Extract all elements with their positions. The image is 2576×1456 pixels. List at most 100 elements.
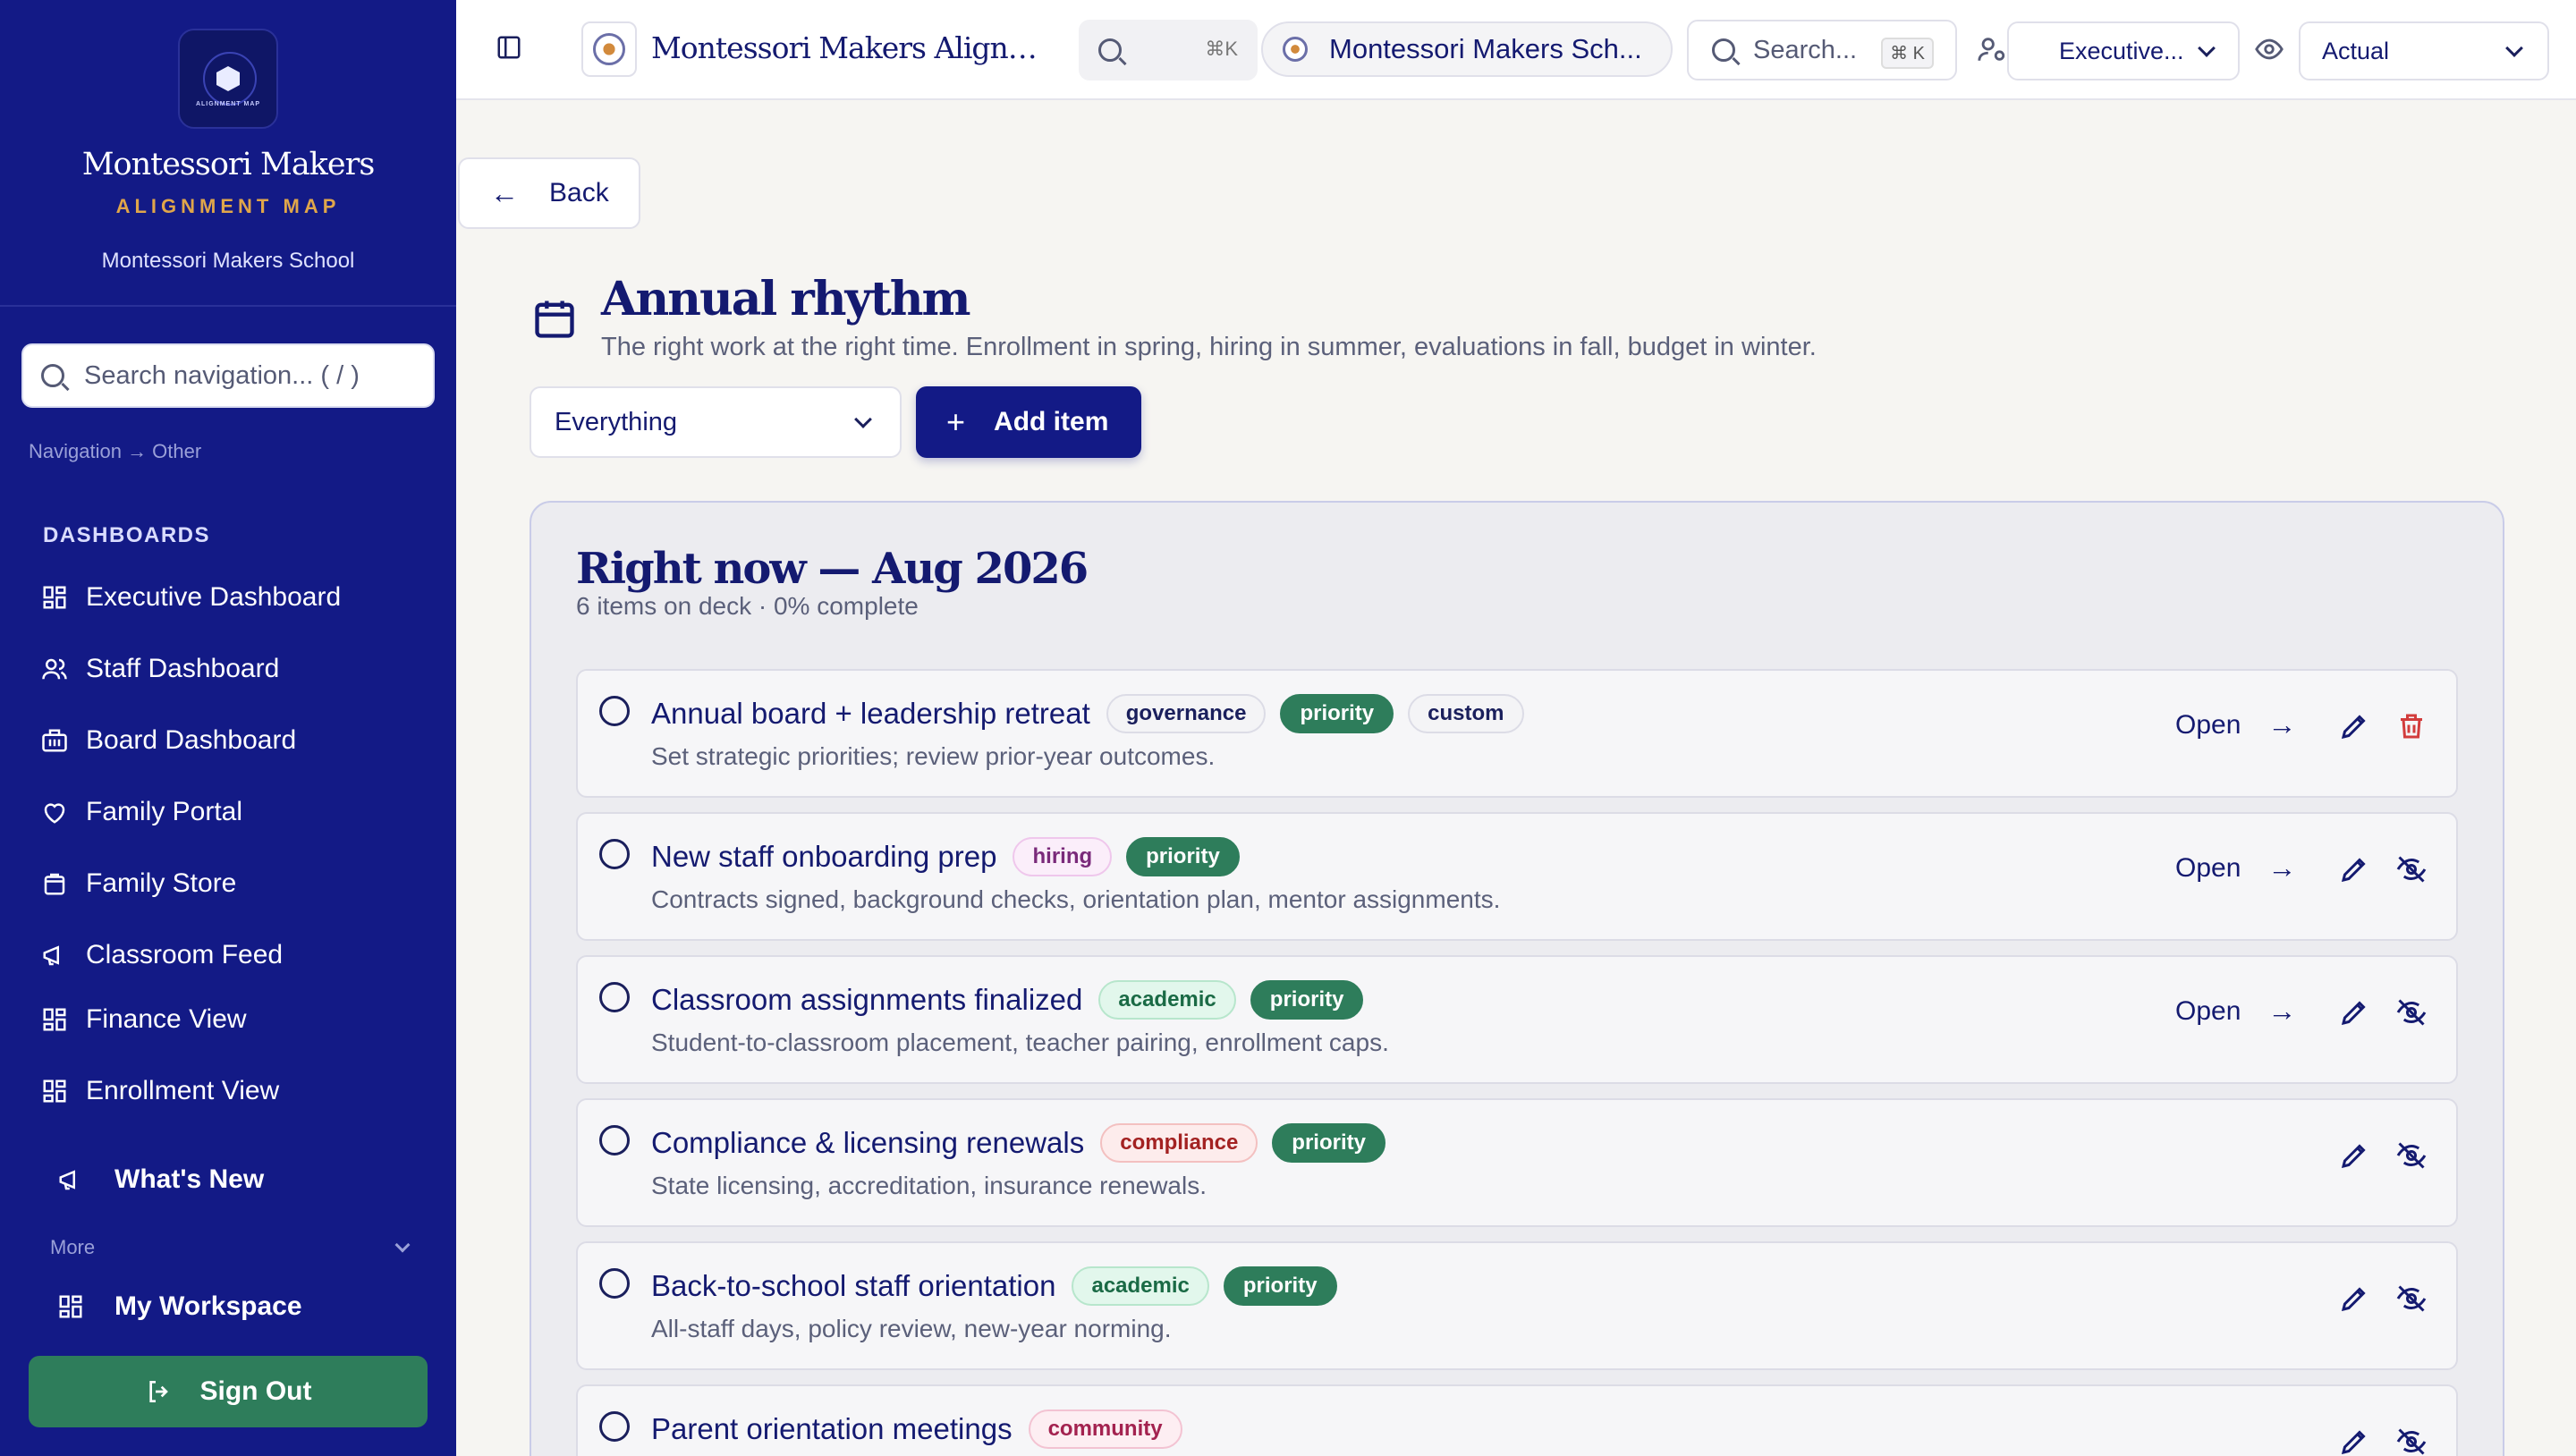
plus-icon: + [946, 403, 966, 440]
sidebar-item-label: Classroom Feed [86, 940, 284, 969]
tag-badge: priority [1280, 694, 1394, 733]
item-title: Compliance & licensing renewals [651, 1126, 1085, 1159]
complete-checkbox[interactable] [599, 1268, 630, 1299]
filter-value: Everything [555, 407, 678, 436]
sidebar-item-family-portal[interactable]: Family Portal [41, 792, 242, 832]
eye-off-icon[interactable] [2395, 853, 2428, 885]
eye-off-icon[interactable] [2395, 1282, 2428, 1315]
breadcrumb: Navigation → Other [29, 440, 202, 462]
school-name: Montessori Makers School [101, 249, 355, 273]
item-title-row: Classroom assignments finalized academic p… [651, 980, 1377, 1020]
trash-icon[interactable] [2395, 710, 2428, 742]
complete-checkbox[interactable] [599, 1125, 630, 1155]
item-description: Student-to-classroom placement, teacher … [651, 1029, 1389, 1056]
pencil-icon[interactable] [2338, 996, 2370, 1029]
eye-off-icon[interactable] [2395, 996, 2428, 1029]
rhythm-item-card[interactable]: New staff onboarding prep hiring priority C… [576, 812, 2458, 941]
sidebar-item-staff-dashboard[interactable]: Staff Dashboard [41, 649, 279, 689]
sign-out-label: Sign Out [199, 1376, 312, 1406]
sidebar-item-whats-new[interactable]: What's New [57, 1164, 264, 1195]
nav-search-placeholder: Search navigation... ( / ) [84, 360, 360, 390]
rhythm-item-card[interactable]: Parent orientation meetings community [576, 1384, 2458, 1456]
sidebar-item-label: Family Portal [86, 797, 243, 826]
whats-new-label: What's New [114, 1164, 265, 1194]
arrow-right-icon: → [2267, 708, 2297, 741]
item-title-row: Compliance & licensing renewals complianc… [651, 1123, 1400, 1163]
app-logo [581, 21, 637, 77]
item-title: New staff onboarding prep [651, 840, 997, 873]
page-title: Annual rhythm [601, 272, 971, 326]
sidebar-toggle-icon[interactable] [496, 34, 522, 61]
sidebar: ALIGNMENT MAP Montessori Makers ALIGNMEN… [0, 0, 456, 1456]
sidebar-item-classroom-feed[interactable]: Classroom Feed [41, 935, 283, 975]
pencil-icon[interactable] [2338, 853, 2370, 885]
add-item-button[interactable]: + Add item [916, 386, 1141, 458]
sidebar-item-label: Family Store [86, 868, 237, 898]
open-label: Open [2175, 995, 2241, 1026]
category-filter-select[interactable]: Everything [530, 386, 902, 458]
open-label: Open [2175, 709, 2241, 740]
heart-icon [41, 799, 68, 825]
shortcut-hint: ⌘ K [1881, 38, 1934, 69]
role-select[interactable]: Executive... [2007, 21, 2240, 80]
sidebar-item-my-workspace[interactable]: My Workspace [57, 1291, 302, 1322]
sidebar-item-finance-view[interactable]: Finance View [41, 1000, 247, 1039]
item-title: Back-to-school staff orientation [651, 1269, 1056, 1302]
complete-checkbox[interactable] [599, 1411, 630, 1442]
sidebar-item-label: Staff Dashboard [86, 654, 280, 683]
item-description: All-staff days, policy review, new-year … [651, 1315, 1172, 1342]
nav-search-input[interactable]: Search navigation... ( / ) [21, 343, 435, 408]
complete-checkbox[interactable] [599, 982, 630, 1012]
sidebar-item-executive-dashboard[interactable]: Executive Dashboard [41, 578, 341, 617]
sidebar-item-enrollment-view[interactable]: Enrollment View [41, 1071, 279, 1111]
open-item-link[interactable]: Open → [2175, 995, 2296, 1028]
calendar-icon [531, 295, 578, 342]
global-search-input[interactable]: Search... ⌘ K [1687, 20, 1957, 80]
megaphone-icon [57, 1166, 84, 1193]
chevron-down-icon [394, 1237, 411, 1253]
eye-off-icon[interactable] [2395, 1426, 2428, 1456]
item-title-row: New staff onboarding prep hiring priority [651, 837, 1254, 876]
arrow-left-icon: ← [490, 176, 519, 209]
panel-summary: 6 items on deck · 0% complete [576, 592, 919, 620]
sign-out-button[interactable]: Sign Out [29, 1356, 428, 1427]
sidebar-item-family-store[interactable]: Family Store [41, 864, 236, 903]
rhythm-item-card[interactable]: Compliance & licensing renewals complianc… [576, 1098, 2458, 1227]
page-description: The right work at the right time. Enroll… [601, 333, 1817, 361]
tag-badge: priority [1126, 837, 1240, 876]
item-title: Parent orientation meetings [651, 1412, 1013, 1445]
item-title-row: Parent orientation meetings community [651, 1409, 1197, 1449]
pencil-icon[interactable] [2338, 710, 2370, 742]
rhythm-item-card[interactable]: Classroom assignments finalized academic p… [576, 955, 2458, 1084]
view-mode-value: Actual [2322, 37, 2390, 64]
sidebar-item-board-dashboard[interactable]: Board Dashboard [41, 721, 296, 760]
open-item-link[interactable]: Open → [2175, 851, 2296, 885]
rhythm-item-card[interactable]: Annual board + leadership retreat governa… [576, 669, 2458, 798]
pencil-icon[interactable] [2338, 1139, 2370, 1172]
command-search-button[interactable]: ⌘K [1079, 20, 1258, 80]
complete-checkbox[interactable] [599, 839, 630, 869]
school-switcher[interactable]: Montessori Makers Sch... [1261, 21, 1673, 77]
tag-badge: custom [1408, 694, 1524, 733]
role-select-value: Executive... [2059, 37, 2184, 64]
tag-badge: hiring [1013, 837, 1113, 876]
item-description: Set strategic priorities; review prior-y… [651, 742, 1216, 770]
eye-off-icon[interactable] [2395, 1139, 2428, 1172]
back-button[interactable]: ← Back [458, 157, 640, 229]
complete-checkbox[interactable] [599, 696, 630, 726]
back-label: Back [549, 178, 609, 207]
item-title: Classroom assignments finalized [651, 983, 1083, 1016]
tag-badge: governance [1106, 694, 1267, 733]
brand-logo: ALIGNMENT MAP [178, 29, 278, 129]
pencil-icon[interactable] [2338, 1282, 2370, 1315]
user-role-icon [1977, 34, 2007, 64]
users-icon [41, 656, 68, 682]
school-seal-icon [1283, 37, 1308, 62]
more-toggle[interactable]: More [50, 1236, 411, 1259]
rhythm-item-card[interactable]: Back-to-school staff orientation academic… [576, 1241, 2458, 1370]
pencil-icon[interactable] [2338, 1426, 2370, 1456]
open-item-link[interactable]: Open → [2175, 708, 2296, 741]
brand-subtitle: ALIGNMENT MAP [115, 195, 341, 217]
megaphone-icon [41, 942, 68, 969]
view-mode-select[interactable]: Actual [2299, 21, 2549, 80]
